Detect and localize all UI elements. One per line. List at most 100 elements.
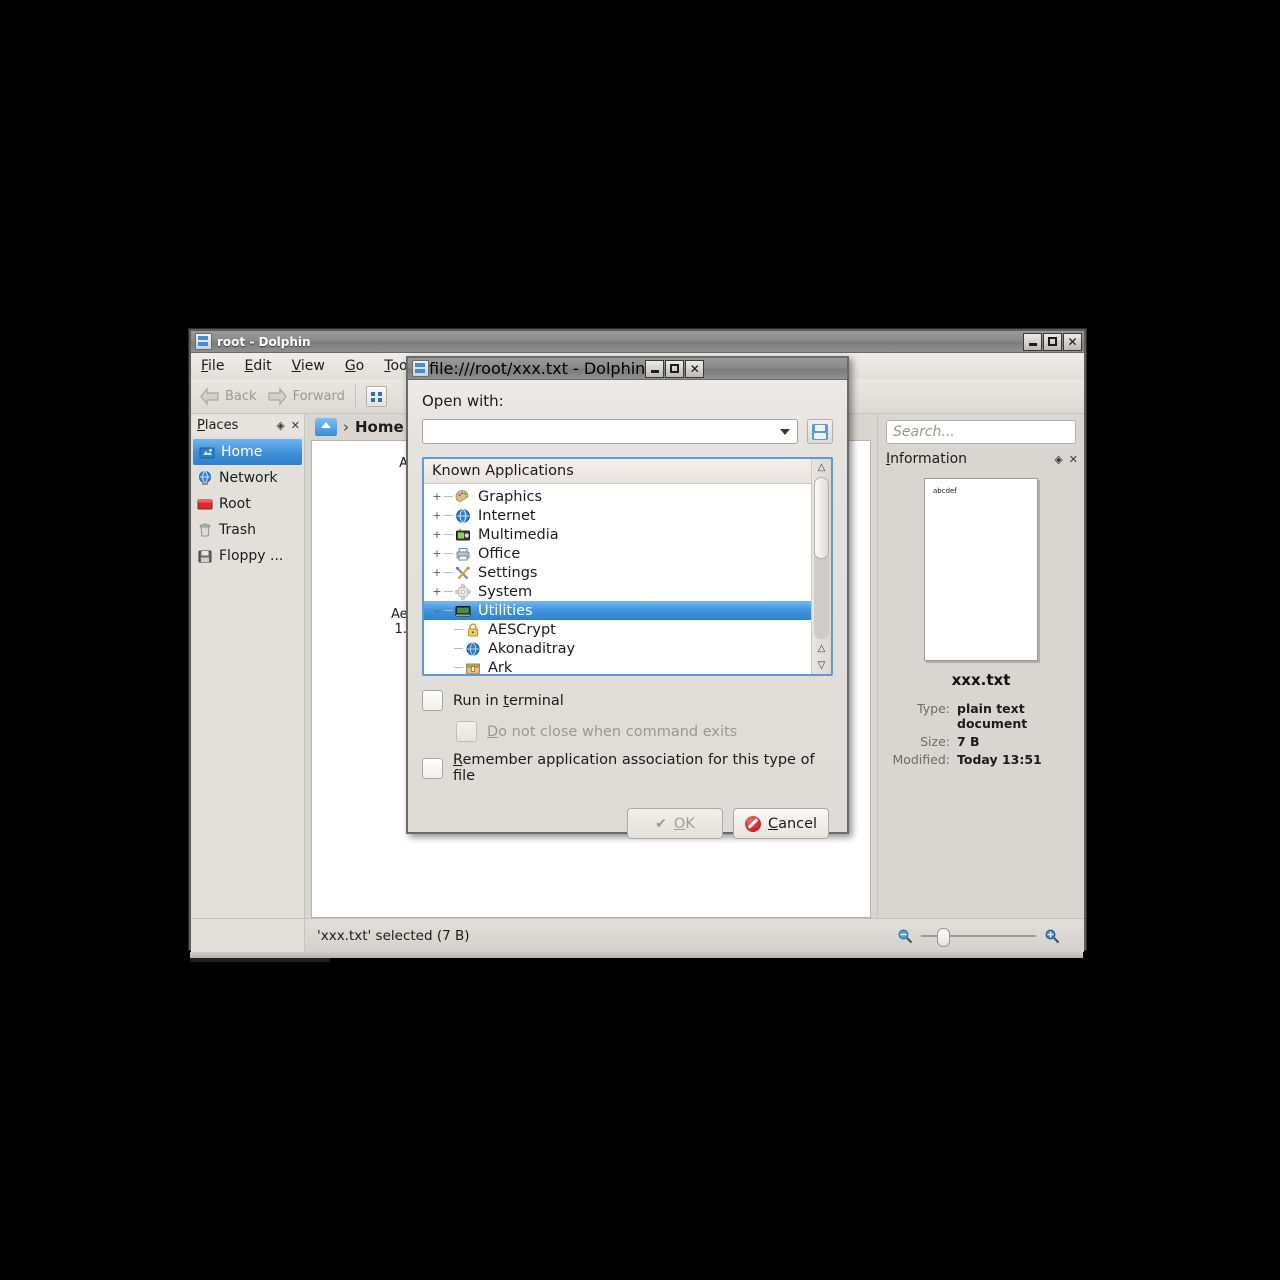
menu-go[interactable]: Go <box>345 358 364 374</box>
chevron-down-icon <box>780 428 790 435</box>
menu-tools[interactable]: Too <box>384 358 407 374</box>
sidebar-item-floppy[interactable]: Floppy ... <box>191 543 304 569</box>
zoom-slider[interactable] <box>921 927 1036 947</box>
close-icon: ✕ <box>1067 334 1078 349</box>
dialog-body: Open with: Known Applications + Graphics… <box>408 380 847 839</box>
tree-item-office[interactable]: + Office <box>424 544 811 563</box>
dialog-title: file:///root/xxx.txt - Dolphin <box>429 359 646 378</box>
dialog-titlebar[interactable]: file:///root/xxx.txt - Dolphin ✕ <box>408 358 847 380</box>
minimize-button[interactable] <box>1023 332 1042 351</box>
application-combobox[interactable] <box>422 419 798 444</box>
places-close-icon[interactable]: ✕ <box>291 419 300 432</box>
places-panel-header: Places ◈ ✕ <box>191 414 304 436</box>
root-folder-icon <box>197 496 213 512</box>
tree-item-utilities[interactable]: – Utilities <box>424 601 811 620</box>
back-button[interactable]: Back <box>199 386 257 406</box>
scrollbar-trough[interactable] <box>814 477 829 639</box>
tree-item-graphics[interactable]: + Graphics <box>424 487 811 506</box>
remember-association-row[interactable]: Remember application association for thi… <box>422 752 833 784</box>
places-config-icon[interactable]: ◈ <box>276 419 284 432</box>
dialog-close-button[interactable]: ✕ <box>685 359 705 378</box>
run-in-terminal-checkbox[interactable] <box>422 690 443 711</box>
expander-icon[interactable]: + <box>430 528 444 541</box>
places-title: Places <box>197 417 239 433</box>
menu-file[interactable]: File <box>201 358 224 374</box>
sidebar-item-label: Root <box>219 496 251 512</box>
tree-item-system[interactable]: + System <box>424 582 811 601</box>
sidebar-item-root[interactable]: Root <box>191 491 304 517</box>
open-with-row <box>422 419 833 444</box>
close-button[interactable]: ✕ <box>1063 332 1082 351</box>
cancel-button[interactable]: Cancel <box>733 808 829 839</box>
tree-item-settings[interactable]: + Settings <box>424 563 811 582</box>
sidebar-item-label: Network <box>219 470 278 486</box>
scroll-up-arrow-icon[interactable]: △ <box>818 459 826 476</box>
menu-edit[interactable]: Edit <box>244 358 271 374</box>
sidebar-item-label: Home <box>221 444 263 460</box>
sidebar-item-home[interactable]: Home <box>193 439 302 465</box>
do-not-close-label: Do not close when command exits <box>487 723 738 740</box>
dialog-minimize-button[interactable] <box>645 359 665 378</box>
information-row-type: Type: plain text document <box>878 701 1084 731</box>
open-with-label: Open with: <box>422 392 504 410</box>
main-window-titlebar[interactable]: root - Dolphin ✕ <box>191 331 1084 353</box>
zoom-out-icon[interactable] <box>897 928 913 944</box>
tree-line <box>444 572 453 573</box>
tree-item-label: Akonaditray <box>488 640 576 657</box>
close-icon: ✕ <box>689 361 700 376</box>
remember-association-checkbox[interactable] <box>422 757 443 779</box>
information-key: Modified: <box>892 752 950 767</box>
information-panel-header: Information ◈ ✕ <box>878 448 1084 470</box>
forward-button[interactable]: Forward <box>267 386 345 406</box>
home-icon <box>199 444 215 460</box>
dialog-window-controls: ✕ <box>645 359 705 378</box>
tree-item-ark[interactable]: Ark <box>424 658 811 674</box>
breadcrumb-home-icon[interactable] <box>315 418 337 436</box>
information-close-icon[interactable]: ✕ <box>1069 453 1078 466</box>
scroll-up-arrow-icon-2[interactable]: △ <box>818 640 826 657</box>
tree-item-label: AESCrypt <box>488 621 556 638</box>
status-text: 'xxx.txt' selected (7 B) <box>317 927 470 944</box>
expander-icon[interactable]: + <box>430 566 444 579</box>
internet-globe-icon <box>455 508 471 524</box>
expander-icon[interactable]: + <box>430 509 444 522</box>
tree-item-internet[interactable]: + Internet <box>424 506 811 525</box>
remember-association-label: Remember application association for thi… <box>453 752 815 784</box>
ark-archive-icon <box>465 660 481 674</box>
sidebar-item-network[interactable]: Network <box>191 465 304 491</box>
arrow-left-icon <box>199 386 220 406</box>
tree-item-akonaditray[interactable]: Akonaditray <box>424 639 811 658</box>
expander-icon[interactable]: – <box>430 604 444 617</box>
cancel-button-label: Cancel <box>767 815 818 832</box>
tree-item-aescrypt[interactable]: AESCrypt <box>424 620 811 639</box>
sidebar-item-trash[interactable]: Trash <box>191 517 304 543</box>
zoom-slider-knob[interactable] <box>937 927 950 947</box>
information-value: Today 13:51 <box>957 752 1042 767</box>
list-vertical-scrollbar[interactable]: △ △ ▽ <box>811 459 831 674</box>
zoom-control <box>897 927 1060 947</box>
information-title: Information <box>886 451 968 467</box>
menu-view[interactable]: View <box>292 358 325 374</box>
icons-view-button[interactable] <box>365 385 387 407</box>
dialog-maximize-button[interactable] <box>665 359 685 378</box>
tree-line <box>444 591 453 592</box>
expander-icon[interactable]: + <box>430 547 444 560</box>
run-in-terminal-row[interactable]: Run in terminal <box>422 690 833 711</box>
tree-item-label: Utilities <box>478 602 533 619</box>
information-config-icon[interactable]: ◈ <box>1054 453 1062 466</box>
expander-icon[interactable]: + <box>430 585 444 598</box>
ok-button[interactable]: ✔ OK <box>627 808 723 839</box>
tree-item-label: Ark <box>488 659 513 675</box>
tree-item-multimedia[interactable]: + Multimedia <box>424 525 811 544</box>
scroll-down-arrow-icon[interactable]: ▽ <box>818 657 826 674</box>
trash-icon <box>197 522 213 538</box>
zoom-in-icon[interactable] <box>1044 928 1060 944</box>
save-button[interactable] <box>807 419 833 444</box>
breadcrumb-home-label[interactable]: Home <box>355 418 404 436</box>
search-input[interactable]: Search... <box>886 420 1076 444</box>
maximize-button[interactable] <box>1043 332 1062 351</box>
list-column-header[interactable]: Known Applications <box>424 459 811 484</box>
known-applications-list[interactable]: Known Applications + Graphics + Internet… <box>422 457 833 676</box>
scrollbar-thumb[interactable] <box>814 477 829 559</box>
expander-icon[interactable]: + <box>430 490 444 503</box>
